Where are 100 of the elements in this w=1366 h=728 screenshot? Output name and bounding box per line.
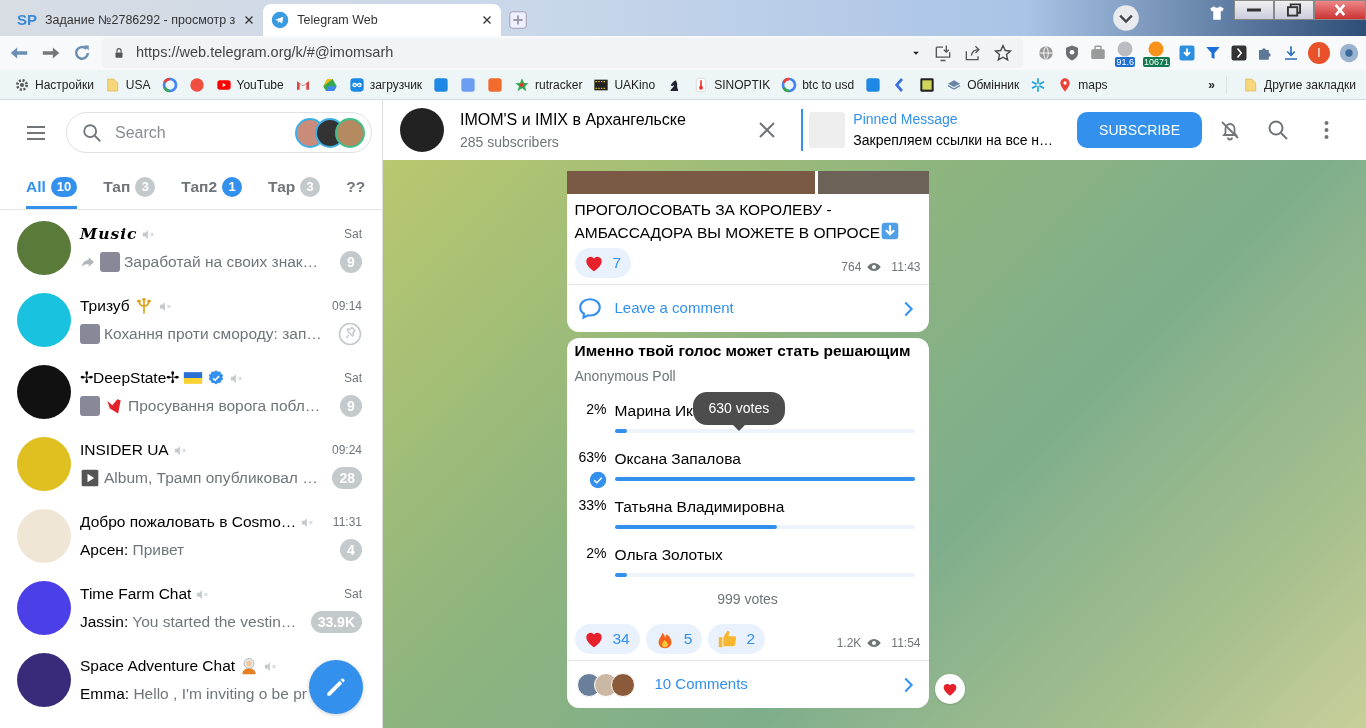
unread-count: 9 (340, 251, 362, 273)
unread-count: 1 (222, 177, 243, 197)
thumbnail-photo (100, 252, 120, 272)
download-icon[interactable] (1282, 44, 1300, 62)
avatar-photo (17, 293, 71, 347)
thumbnail-photo (80, 324, 100, 344)
avatar-photo (17, 581, 71, 635)
avatar-photo (17, 509, 71, 563)
bookmark-link[interactable]: загрузчик (348, 75, 423, 94)
circle-icon[interactable] (188, 76, 205, 93)
close-button[interactable] (1314, 0, 1366, 20)
thumbnail-photo (80, 396, 100, 416)
coin-icon[interactable] (1147, 39, 1166, 58)
message-preview: Jassin: You started the vestin… (80, 612, 297, 633)
coin-icon[interactable] (1116, 39, 1135, 58)
view-count: 1.2K (836, 635, 862, 652)
message-time: 11:43 (891, 259, 921, 276)
channel-title[interactable]: IMOM'S и IMIX в Архангельске (460, 107, 686, 132)
bookmark-star-icon[interactable] (993, 43, 1014, 63)
folder-tab[interactable]: Тар 3 (268, 165, 321, 209)
compose-button[interactable] (309, 660, 363, 714)
address-bar[interactable]: https://web.telegram.org/k/#@imomsarh (102, 38, 1024, 68)
chat-time: 09:24 (331, 442, 362, 459)
bookmark-link[interactable]: SINOPTIK (693, 75, 771, 94)
chevron-down-icon[interactable] (1112, 4, 1140, 32)
extension-badge: 91.6 (1115, 56, 1135, 67)
close-icon[interactable] (481, 14, 494, 26)
message-time: 11:54 (891, 635, 921, 652)
new-tab-icon[interactable] (507, 9, 530, 31)
story-avatars[interactable] (295, 117, 365, 148)
folder-tab[interactable]: Тап 3 (103, 165, 156, 209)
chat-item[interactable]: Добро пожаловать в Cosmo… 11:31 Арсен: Привет 4 (0, 500, 382, 572)
bookmark-link[interactable]: Обмінник (946, 75, 1020, 94)
pinned-text[interactable]: Закрепляем ссылки на все н… (853, 130, 1054, 151)
chat-name: Time Farm Chat (80, 584, 192, 605)
infinity-icon (348, 76, 365, 93)
download-icon[interactable] (1178, 44, 1196, 62)
profile-avatar[interactable]: I (1308, 42, 1330, 64)
globe-icon[interactable] (1037, 44, 1056, 62)
chat-name: Space Adventure Chat (80, 656, 236, 677)
favicon-icon[interactable] (919, 76, 936, 93)
folder-tab[interactable]: Тап2 1 (181, 165, 243, 209)
chat-item[interactable]: Тризуб 09:14 Кохання проти смороду: зап… (0, 284, 382, 356)
chat-name: ✢DeepState✢ (80, 368, 180, 389)
close-icon[interactable] (243, 14, 256, 26)
gear-icon (14, 76, 30, 93)
message-preview: Emma: Hello , I'm inviting o be pr (80, 684, 307, 705)
folder-icon (104, 76, 121, 93)
avatar-photo (17, 437, 71, 491)
reload-icon[interactable] (72, 43, 92, 63)
chat-name: Тризуб (80, 296, 130, 317)
channel-avatar[interactable] (400, 108, 444, 152)
funnel-icon[interactable] (1204, 44, 1222, 62)
poll-percent: 63% (577, 448, 607, 467)
poll-option: Оксана Запалова (614, 449, 741, 469)
other-bookmarks-link[interactable]: Другие закладки (1226, 75, 1356, 94)
bookmark-link[interactable]: rutracker (514, 75, 583, 94)
search-icon (1266, 118, 1290, 142)
message-preview: Просування ворога побл… (128, 396, 321, 417)
triangle-icon[interactable] (321, 76, 338, 93)
browser-tab[interactable]: SP Задание №2786292 - просмотр з (9, 4, 264, 36)
unread-count: 28 (332, 467, 362, 489)
chat-item[interactable]: Music Sat Заработай на своих знак… 9 (0, 212, 382, 284)
avatar-photo (17, 653, 71, 707)
browser-tab[interactable]: Telegram Web (263, 4, 502, 36)
search-icon (81, 121, 103, 144)
ring-icon[interactable] (161, 76, 178, 93)
tab-favicon: SP (17, 9, 37, 30)
play-icon (80, 468, 100, 488)
bookmark-link[interactable]: Настройки (14, 75, 94, 94)
maximize-button[interactable] (1274, 0, 1314, 20)
settings-icon[interactable] (1338, 42, 1360, 64)
bookmark-link[interactable]: UAKino (593, 75, 656, 94)
sticker-icon (104, 396, 124, 416)
maximize-icon (1287, 3, 1301, 17)
chat-item[interactable]: Time Farm Chat Sat Jassin: You started the vestin… 33.9K (0, 572, 382, 644)
folder-tab[interactable]: ?? (346, 165, 366, 209)
chevron-icon[interactable] (1230, 44, 1248, 62)
bookmark-link[interactable]: USA (104, 75, 151, 94)
search-field[interactable]: Search (113, 119, 285, 146)
briefcase-icon[interactable] (1089, 44, 1108, 62)
search-box[interactable]: Search (66, 112, 372, 153)
chat-item[interactable]: INSIDER UA 09:24 Album, Трамп опубликовал … 28 (0, 428, 382, 500)
bookmark-link[interactable]: btc to usd (781, 75, 855, 94)
ring-icon (781, 76, 798, 93)
thumbs-up-icon (716, 628, 739, 650)
shirt-icon[interactable] (1208, 4, 1226, 22)
plane-icon (271, 11, 290, 29)
unread-count: 3 (135, 177, 156, 197)
more-bookmarks-button[interactable]: » (1208, 75, 1216, 94)
chat-item[interactable]: ✢DeepState✢ Sat Просування ворога побл… 9 (0, 356, 382, 428)
chat-item[interactable]: Space Adventure Chat Emma: Hello , I'm inviting o be pr (0, 644, 382, 716)
poll-option: Татьяна Владимировна (614, 497, 785, 517)
bookmark-link[interactable]: maps (1057, 75, 1108, 94)
reaction-bubble[interactable] (934, 674, 965, 704)
asterisk-icon[interactable] (1030, 76, 1047, 93)
minimize-button[interactable] (1234, 0, 1274, 20)
bookmark-link[interactable]: YouTube (215, 75, 284, 94)
message-text: ПРОГОЛОСОВАТЬ ЗА КОРОЛЕВУ - АМБАССАДОРА ВЫ МОЖЕТЕ В ОПРОСЕ (566, 194, 929, 244)
poll-question: Именно твой голос может стать решающим (573, 341, 912, 361)
